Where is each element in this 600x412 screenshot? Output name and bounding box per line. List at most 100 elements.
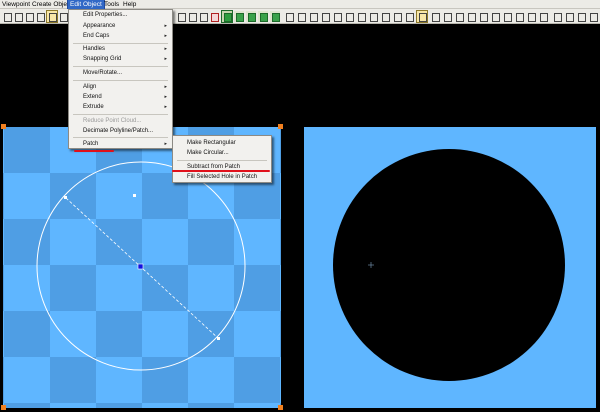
- wireframe-icon[interactable]: [356, 11, 366, 22]
- annotation-underline-patch: [74, 150, 114, 152]
- pan-icon[interactable]: [198, 11, 208, 22]
- menu-item-fill-selected-hole[interactable]: Fill Selected Hole in Patch: [173, 172, 271, 182]
- corner-handle-top-left[interactable]: [1, 124, 6, 129]
- submenu-arrow-icon: ▸: [164, 56, 167, 62]
- submenu-arrow-icon: ▸: [164, 23, 167, 29]
- menu-item-extrude[interactable]: Extrude ▸: [69, 102, 172, 112]
- menu-item-label: Decimate Polyline/Patch...: [83, 128, 154, 134]
- menu-item-patch[interactable]: Patch ▸: [69, 139, 172, 149]
- menu-item-move-rotate[interactable]: Move/Rotate...: [69, 68, 172, 78]
- corner-handle-bottom-left[interactable]: [1, 405, 6, 410]
- submenu-arrow-icon: ▸: [164, 94, 167, 100]
- rotate-view-icon[interactable]: [58, 11, 68, 22]
- menu-item-label: Extrude: [83, 104, 104, 110]
- view-mode-5-icon[interactable]: [270, 11, 280, 22]
- points-icon[interactable]: [344, 11, 354, 22]
- texture-icon[interactable]: [380, 11, 390, 22]
- submenu-arrow-icon: ▸: [164, 46, 167, 52]
- fit-view-icon[interactable]: [209, 11, 219, 22]
- menu-separator: [73, 114, 168, 115]
- circle-handle-top-left[interactable]: [64, 196, 67, 199]
- view-mode-4-icon[interactable]: [258, 11, 268, 22]
- ungroup-icon[interactable]: [490, 11, 500, 22]
- menu-item-make-circular[interactable]: Make Circular...: [173, 148, 271, 158]
- patch-submenu: Make Rectangular Make Circular... Subtra…: [172, 135, 272, 183]
- snap-icon[interactable]: [454, 11, 464, 22]
- mesh-icon[interactable]: [332, 11, 342, 22]
- menu-item-label: Snapping Grid: [83, 56, 122, 62]
- corner-handle-bottom-right[interactable]: [278, 405, 283, 410]
- text-tool-icon[interactable]: [416, 10, 428, 23]
- menu-item-label: End Caps: [83, 33, 110, 39]
- axis-icon[interactable]: [320, 11, 330, 22]
- view-toggle-icon[interactable]: [46, 10, 58, 23]
- menu-item-make-rectangular[interactable]: Make Rectangular: [173, 138, 271, 148]
- menu-item-appearance[interactable]: Appearance ▸: [69, 21, 172, 31]
- menu-edit-object[interactable]: Edit Object: [67, 0, 105, 10]
- menu-item-label: Patch: [83, 141, 99, 147]
- menu-tools[interactable]: Tools: [102, 0, 121, 9]
- circle-handle-bottom-right[interactable]: [217, 337, 220, 340]
- zoom-icon[interactable]: [187, 11, 197, 22]
- rectangle-select-icon[interactable]: [13, 11, 23, 22]
- cursor-icon[interactable]: [35, 11, 45, 22]
- menu-item-align[interactable]: Align ▸: [69, 82, 172, 92]
- circle-handle-top[interactable]: [133, 194, 136, 197]
- hide-icon[interactable]: [502, 11, 512, 22]
- menu-item-snapping-grid[interactable]: Snapping Grid ▸: [69, 54, 172, 64]
- link-icon[interactable]: [466, 11, 476, 22]
- measure-icon[interactable]: [430, 11, 440, 22]
- menu-separator: [73, 66, 168, 67]
- menu-item-label: Move/Rotate...: [83, 70, 123, 76]
- menu-separator: [73, 80, 168, 81]
- menu-help[interactable]: Help: [121, 0, 138, 9]
- section-icon[interactable]: [442, 11, 452, 22]
- camera-icon[interactable]: [552, 11, 562, 22]
- menu-item-label: Make Circular...: [187, 150, 229, 156]
- submenu-arrow-icon: ▸: [164, 33, 167, 39]
- menu-item-handles[interactable]: Handles ▸: [69, 44, 172, 54]
- lasso-icon[interactable]: [24, 11, 34, 22]
- rotate-icon[interactable]: [176, 11, 186, 22]
- settings-icon[interactable]: [538, 11, 548, 22]
- normal-icon[interactable]: [392, 11, 402, 22]
- menu-item-label: Fill Selected Hole in Patch: [187, 174, 258, 180]
- menu-item-decimate[interactable]: Decimate Polyline/Patch...: [69, 126, 172, 136]
- grid-icon[interactable]: [308, 11, 318, 22]
- menu-item-label: Align: [83, 84, 97, 90]
- menu-item-reduce-point-cloud: Reduce Point Cloud...: [69, 116, 172, 126]
- menu-item-label: Appearance: [83, 23, 116, 29]
- patch-hole[interactable]: [333, 149, 565, 381]
- menu-separator: [73, 137, 168, 138]
- view-mode-3-icon[interactable]: [246, 11, 256, 22]
- menu-item-label: Handles: [83, 46, 106, 52]
- group-icon[interactable]: [478, 11, 488, 22]
- help-icon[interactable]: [588, 11, 598, 22]
- menu-bar: Viewpoint Create Object Edit Object Tool…: [0, 0, 600, 10]
- info-icon[interactable]: [526, 11, 536, 22]
- submenu-arrow-icon: ▸: [164, 84, 167, 90]
- show-icon[interactable]: [514, 11, 524, 22]
- annotation-underline-subtract: [172, 170, 270, 172]
- menu-item-edit-properties[interactable]: Edit Properties...: [69, 10, 172, 20]
- view-mode-1-icon[interactable]: [221, 10, 233, 23]
- layer-icon[interactable]: [284, 11, 294, 22]
- menu-item-extend[interactable]: Extend ▸: [69, 92, 172, 102]
- menu-item-label: Extend: [83, 94, 102, 100]
- light-icon[interactable]: [296, 11, 306, 22]
- menu-item-end-caps[interactable]: End Caps ▸: [69, 31, 172, 41]
- circle-center-handle[interactable]: [137, 263, 144, 270]
- view-mode-2-icon[interactable]: [234, 11, 244, 22]
- menu-item-label: Edit Properties...: [83, 12, 128, 18]
- clip-icon[interactable]: [404, 11, 414, 22]
- edit-object-dropdown: Edit Properties... Appearance ▸ End Caps ▸…: [68, 9, 173, 149]
- submenu-arrow-icon: ▸: [164, 141, 167, 147]
- menu-item-label: Reduce Point Cloud...: [83, 118, 142, 124]
- print-icon[interactable]: [576, 11, 586, 22]
- export-icon[interactable]: [564, 11, 574, 22]
- corner-handle-top-right[interactable]: [278, 124, 283, 129]
- menu-viewpoint[interactable]: Viewpoint: [0, 0, 32, 9]
- menu-separator: [177, 160, 267, 161]
- select-arrow-icon[interactable]: [2, 11, 12, 22]
- shaded-icon[interactable]: [368, 11, 378, 22]
